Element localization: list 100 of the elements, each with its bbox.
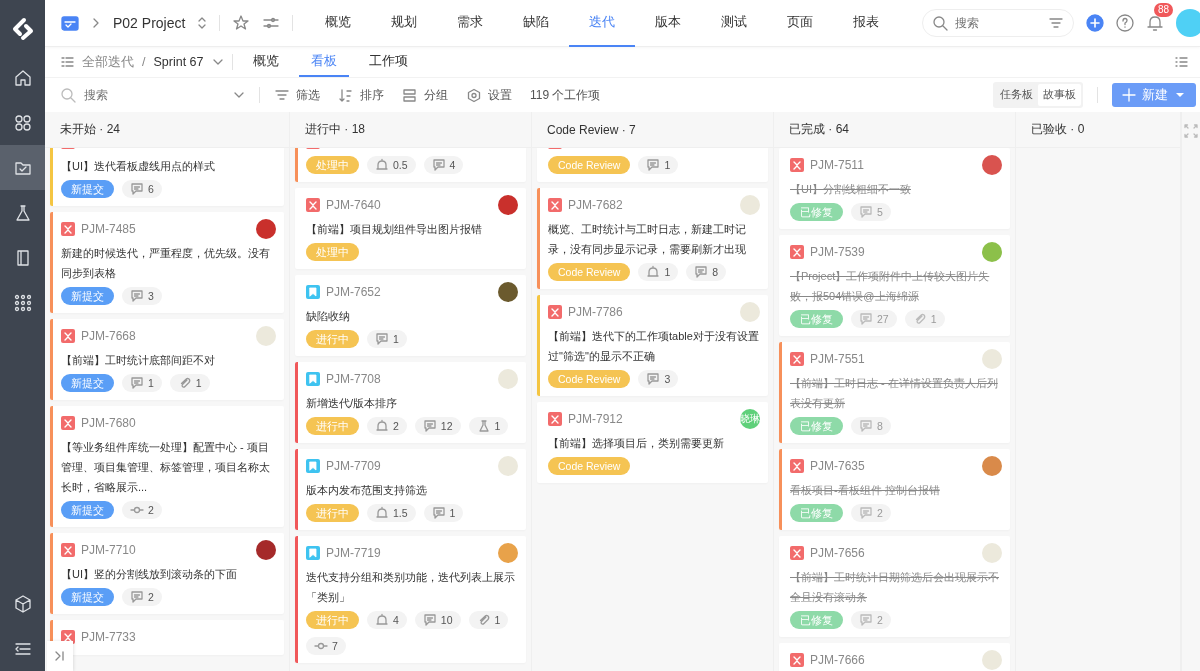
- work-item-card[interactable]: 【UI】迭代看板虚线用点的样式 新提交 6: [50, 148, 284, 206]
- item-id: PJM-7511: [810, 158, 864, 172]
- search-field[interactable]: 搜索: [922, 9, 1074, 37]
- search-field[interactable]: 搜索: [82, 87, 227, 103]
- apps-icon[interactable]: [12, 112, 33, 133]
- work-item-card[interactable]: PJM-7666: [779, 643, 1010, 671]
- item-id: PJM-7668: [81, 329, 136, 343]
- filter-icon[interactable]: [1048, 16, 1064, 30]
- grid-icon[interactable]: [12, 292, 33, 313]
- comment-count: 2: [851, 504, 891, 522]
- work-item-card[interactable]: PJM-7668 【前端】工时统计底部间距不对 新提交 1 1: [50, 319, 284, 400]
- comment-count: 3: [122, 287, 162, 305]
- work-item-card[interactable]: PJM-7682 概览、工时统计与工时日志，新建工时记录，没有同步显示记录，需要刷新才出现 Code Review 1 8: [537, 188, 768, 289]
- comment-count: 1: [367, 330, 407, 348]
- work-item-card[interactable]: PJM-7709 版本内发布范围支持筛选 进行中 1.5 1: [295, 449, 526, 530]
- work-item-card[interactable]: PJM-7708 新增迭代/版本排序 进行中 2 12 1: [295, 362, 526, 443]
- bell-icon: [646, 265, 661, 279]
- avatar: 晓琳: [740, 409, 760, 429]
- work-item-card[interactable]: PJM-7640 【前端】项目规划组件导出图片报错 处理中: [295, 188, 526, 269]
- star-icon[interactable]: [232, 14, 251, 32]
- comment-icon: [859, 205, 873, 219]
- work-item-card[interactable]: 处理中 0.5 4: [295, 148, 526, 182]
- collapse-button[interactable]: [47, 641, 73, 671]
- list-icon: [60, 55, 74, 69]
- work-item-card[interactable]: PJM-7680 【等业务组件库统一处理】配置中心 - 项目管理、项目集管理、标签管理，项目名称太长时，省略展示... 新提交 2: [50, 406, 284, 527]
- nav-tab[interactable]: 迭代: [569, 0, 636, 47]
- bell-icon[interactable]: [1146, 14, 1164, 32]
- filter-button[interactable]: 筛选: [274, 86, 320, 104]
- work-item-card[interactable]: Code Review 1: [537, 148, 768, 182]
- group-button[interactable]: 分组: [402, 86, 448, 104]
- switch-icon[interactable]: [197, 16, 208, 30]
- work-item-card[interactable]: PJM-7551 【前端】工时日志 - 在详情设置负责人后列表没有更新 已修复 8: [779, 342, 1010, 443]
- comment-icon: [130, 590, 144, 604]
- comment-icon: [422, 613, 437, 627]
- item-title: 【前端】工时日志 - 在详情设置负责人后列表没有更新: [790, 376, 999, 411]
- item-title: 迭代支持分组和类别功能，迭代列表上展示「类别」: [306, 570, 516, 605]
- item-title: 【等业务组件库统一处理】配置中心 - 项目管理、项目集管理、标签管理，项目名称太长时，省略展示...: [61, 440, 271, 495]
- nav-tab[interactable]: 需求: [437, 0, 504, 47]
- breadcrumb-item[interactable]: Sprint 67: [153, 55, 204, 69]
- item-id: PJM-7680: [81, 416, 136, 430]
- nav-tab[interactable]: 规划: [371, 0, 438, 47]
- item-id: PJM-7733: [81, 630, 136, 644]
- search-icon: [932, 15, 948, 31]
- nav-tab[interactable]: 报表: [833, 0, 900, 47]
- comment-count: 1: [122, 374, 162, 392]
- sort-button[interactable]: 排序: [338, 86, 384, 104]
- view-tab[interactable]: 工作项: [356, 47, 420, 77]
- add-icon[interactable]: [1086, 14, 1104, 32]
- project-name[interactable]: P02 Project: [113, 15, 186, 31]
- bell-icon: [375, 613, 389, 627]
- nav-tab[interactable]: 版本: [635, 0, 702, 47]
- breadcrumb-item[interactable]: 全部迭代: [82, 53, 134, 71]
- comment-icon: [130, 376, 144, 390]
- work-item-card[interactable]: PJM-7710 【UI】竖的分割线放到滚动条的下面 新提交 2: [50, 533, 284, 614]
- comment-icon: [859, 613, 873, 627]
- hours-count: 2: [367, 417, 407, 435]
- work-item-card[interactable]: PJM-7635 看板项目-看板组件 控制台报错 已修复 2: [779, 449, 1010, 530]
- board-tab[interactable]: 任务板: [995, 84, 1038, 106]
- settings-button[interactable]: 设置: [466, 86, 512, 104]
- comment-icon: [431, 506, 446, 520]
- view-tab[interactable]: 概览: [240, 47, 291, 77]
- bug-icon: [790, 653, 804, 667]
- work-item-card[interactable]: PJM-7652 缺陷收纳 进行中 1: [295, 275, 526, 356]
- user-avatar[interactable]: [1176, 9, 1200, 37]
- hours-count: 1: [638, 263, 679, 281]
- comment-count: 1: [638, 156, 679, 174]
- cycle-count: 2: [122, 501, 162, 519]
- work-item-card[interactable]: PJM-7539 【Project】工作项附件中上传较大图片失败，报504错误@上海绵源 已修复 27 1: [779, 235, 1010, 336]
- work-item-card[interactable]: PJM-7656 【前端】工时统计日期筛选后会出现展示不全且没有滚动条 已修复 2: [779, 536, 1010, 637]
- view-tab[interactable]: 看板: [298, 47, 349, 77]
- item-id: PJM-7719: [326, 546, 381, 560]
- work-item-card[interactable]: PJM-7733: [50, 620, 284, 655]
- bug-icon: [61, 416, 75, 430]
- item-title: 【前端】工时统计底部间距不对: [61, 353, 216, 368]
- plus-icon: [1122, 88, 1136, 102]
- board-tab[interactable]: 故事板: [1038, 84, 1081, 106]
- comment-icon: [859, 419, 873, 433]
- help-icon[interactable]: [1116, 14, 1134, 32]
- project-icon[interactable]: [61, 14, 79, 32]
- comment-count: 2: [851, 611, 891, 629]
- comment-icon: [130, 182, 144, 196]
- item-title: 版本内发布范围支持筛选: [306, 483, 428, 498]
- nav-tab[interactable]: 测试: [701, 0, 768, 47]
- item-title: 概览、工时统计与工时日志，新建工时记录，没有同步显示记录，需要刷新才出现: [548, 222, 747, 257]
- work-item-card[interactable]: PJM-7511 【UI】分割线粗细不一致 已修复 5: [779, 148, 1010, 229]
- item-id: PJM-7709: [326, 459, 381, 473]
- list-view-icon[interactable]: [1174, 55, 1188, 69]
- nav-tab[interactable]: 页面: [767, 0, 834, 47]
- item-id: PJM-7635: [810, 459, 865, 473]
- work-item-card[interactable]: PJM-7719 迭代支持分组和类别功能，迭代列表上展示「类别」 进行中 4 10 1 7: [295, 536, 526, 663]
- item-id: PJM-7682: [568, 198, 623, 212]
- expand-icon[interactable]: [1184, 124, 1198, 138]
- cube-icon[interactable]: [12, 593, 33, 614]
- work-item-card[interactable]: PJM-7912 晓琳 【前端】选择项目后，类别需要更新 Code Review: [537, 402, 768, 483]
- nav-tab[interactable]: 概览: [305, 0, 372, 47]
- work-item-card[interactable]: PJM-7786 【前端】迭代下的工作项table对于没有设置过"筛选"的显示不正确 Code Review 3: [537, 295, 768, 396]
- comment-icon: [431, 158, 446, 172]
- work-item-card[interactable]: PJM-7485 新建的时候迭代，严重程度，优先级。没有同步到表格 新提交 3: [50, 212, 284, 313]
- nav-tab[interactable]: 缺陷: [503, 0, 570, 47]
- bug-icon: [306, 198, 320, 212]
